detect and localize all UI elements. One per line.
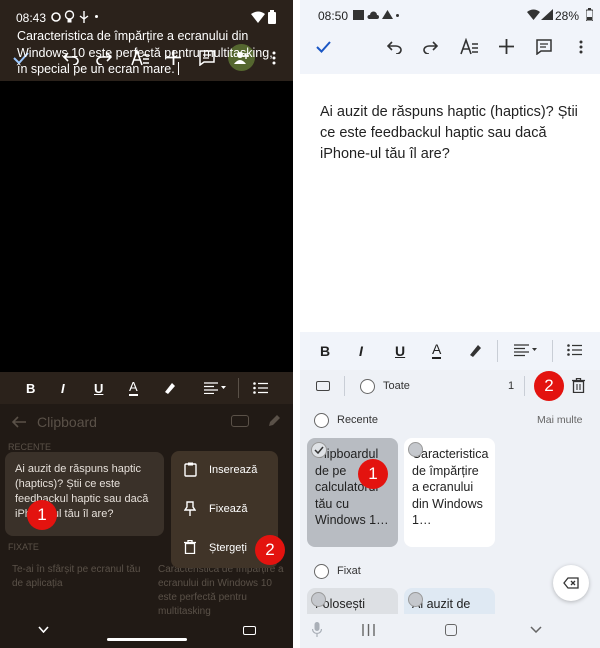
keyboard-icon[interactable] [316,381,330,391]
highlighter-icon[interactable] [468,343,482,357]
left-format-bar: B I U A [0,372,293,404]
right-format-bar: B I U A [300,332,600,370]
italic-icon[interactable]: I [359,343,363,359]
step-badge-1: 1 [358,459,388,489]
left-document-paragraph: Caracteristica de împărțire a ecranului … [17,29,273,76]
pinned-radio[interactable] [314,564,329,579]
left-document-text[interactable]: Caracteristica de împărțire a ecranului … [17,28,275,78]
left-document-area[interactable] [0,81,293,372]
check-icon[interactable] [316,41,331,53]
more-vert-icon[interactable] [579,40,583,54]
align-icon[interactable] [514,344,538,357]
wifi-icon [527,9,540,20]
comment-icon[interactable] [536,39,552,55]
signal-icon [541,9,553,20]
divider [524,376,525,396]
step-badge-2: 2 [255,535,285,565]
right-document-text[interactable]: Ai auzit de răspuns haptic (haptics)? Șt… [320,102,582,165]
home-icon[interactable] [445,624,457,636]
right-nav-bar [300,614,600,648]
clipboard-tile-text: Caracteristica de împărțire a ecranului … [412,447,489,527]
battery-percent: 28% [555,9,580,23]
right-editor-toolbar [300,30,600,74]
divider [344,376,345,396]
separator [293,0,300,648]
text-format-icon[interactable] [460,38,479,55]
tile-radio[interactable] [408,442,423,457]
tile-check[interactable] [311,442,327,458]
lightbulb-icon [64,10,75,24]
italic-icon[interactable]: I [61,381,65,396]
microphone-icon[interactable] [312,622,322,637]
menu-pin-label: Fixează [209,503,248,515]
chevron-down-icon[interactable] [530,626,542,633]
text-cursor [177,62,179,75]
step-badge-1: 1 [27,500,57,530]
divider [238,378,239,398]
keyboard-icon[interactable] [243,626,256,635]
image-icon [353,10,364,20]
pinned-section-label: FIXATE [8,542,39,552]
align-icon[interactable] [204,382,226,394]
notification-dot-icon [95,15,98,18]
right-clipboard-panel: Toate 1 Recente Mai multe Clipboardul de… [300,370,600,628]
trash-icon[interactable] [572,378,585,393]
more-link[interactable]: Mai multe [537,414,583,426]
recent-apps-icon[interactable] [362,624,375,636]
menu-item-insert[interactable]: Inserează [171,451,278,490]
bullet-list-icon[interactable] [253,382,268,394]
bold-icon[interactable]: B [26,381,35,396]
pinned-item-2[interactable]: Caracteristica de împărțire a ecranului … [158,563,288,619]
select-all-label: Toate [383,380,410,392]
right-status-bar: 08:50 28% [300,0,600,30]
chevron-down-icon[interactable] [38,626,49,633]
keyboard-toggle-icon[interactable] [231,415,249,427]
recent-label: Recente [337,414,378,426]
underline-icon[interactable]: U [94,381,103,396]
undo-icon[interactable] [387,41,402,54]
selected-count: 1 [508,380,515,392]
usb-icon [79,11,89,23]
bold-icon[interactable]: B [320,343,330,359]
status-time: 08:50 [318,9,349,23]
menu-delete-label: Ștergeți [209,542,247,554]
divider [497,340,498,362]
battery-icon [268,10,276,24]
pinned-item-1[interactable]: Te-ai în sfârșit pe ecranul tău de aplic… [12,563,142,591]
underline-icon[interactable]: U [395,343,405,359]
menu-item-pin[interactable]: Fixează [171,490,278,529]
recent-radio[interactable] [314,413,329,428]
pinned-label: Fixat [337,565,361,577]
drive-icon [382,10,393,20]
edit-icon[interactable] [268,414,281,427]
step-badge-2: 2 [534,371,564,401]
add-icon[interactable] [499,39,514,54]
left-nav-bar [0,618,293,648]
wifi-icon [251,11,265,23]
select-all-radio[interactable] [360,379,375,394]
tile-radio[interactable] [311,592,326,607]
back-arrow-icon[interactable] [12,416,26,428]
menu-insert-label: Inserează [209,464,258,476]
trash-icon [184,540,196,554]
highlighter-icon[interactable] [163,381,176,394]
clipboard-title: Clipboard [37,414,97,430]
redo-icon[interactable] [423,41,438,54]
recent-section-label: RECENTE [8,442,52,452]
gesture-bar[interactable] [107,638,187,641]
battery-icon [586,8,593,21]
status-time: 08:43 [16,11,47,25]
text-color-icon[interactable]: A [432,341,442,359]
text-color-icon[interactable]: A [129,379,138,396]
ring-icon [50,11,62,23]
cloud-icon [367,10,379,19]
clipboard-icon [184,462,197,477]
divider [552,340,553,362]
backspace-button[interactable] [553,565,589,601]
notification-dot-icon [396,14,399,17]
pin-icon [184,501,196,516]
tile-radio[interactable] [408,592,423,607]
bullet-list-icon[interactable] [567,344,582,356]
